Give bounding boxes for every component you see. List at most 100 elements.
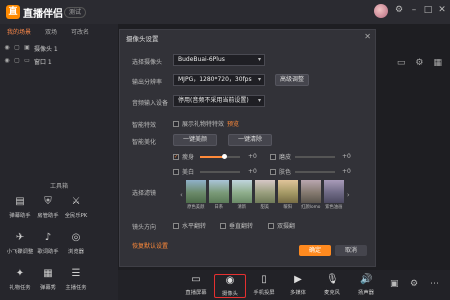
tool-pk[interactable]: ⚔ 全民乐PK [62,196,90,222]
mirror-label: 镜头方向 [132,224,157,231]
camera-icon: ◉ [225,275,235,286]
confirm-button[interactable]: 确定 [299,245,331,256]
restore-icon[interactable]: □ [422,4,434,16]
screen-button[interactable]: ▭ 直播屏幕 [180,274,212,298]
filter-item[interactable]: 原色美颜 [185,180,206,210]
ufo-icon: ✈ [15,232,25,243]
task-icon: ☰ [71,268,81,279]
tab-double[interactable]: 双场 [38,26,64,40]
effect-slim-checkbox[interactable]: ✓ 瘦身 [173,152,194,161]
microphone-button[interactable]: 🎙 麦克风 [316,274,348,298]
whiten-slider[interactable] [200,171,240,173]
camera-select[interactable]: BudeBuai-6Plus ▾ [173,54,265,66]
tool-room[interactable]: ⛨ 房管助手 [34,196,62,222]
gesture-checkbox[interactable]: 展示礼物特特效 预览 [173,119,239,128]
danmu-icon: ▦ [43,268,53,279]
settings-icon[interactable]: ⚙ [410,279,418,289]
mirror-dual-checkbox[interactable]: 双摄翻 [268,221,295,230]
chevron-down-icon: ▾ [257,56,261,63]
mirror-vertical-checkbox[interactable]: 垂直翻转 [220,221,253,230]
skin-slider[interactable] [295,171,335,173]
close-icon[interactable]: ✕ [364,32,371,41]
tool-tasks[interactable]: ☰ 主播任务 [62,268,90,294]
mirror-horizontal-checkbox[interactable]: 水平翻转 [173,221,206,230]
eye-icon[interactable]: ◉ [4,58,10,64]
filter-item[interactable]: 紫色油画 [323,180,344,210]
tool-blank [90,232,118,258]
shield-icon: ⛨ [44,196,52,207]
effect-whiten-checkbox[interactable]: 美白 [173,167,194,176]
eye-icon[interactable]: ◉ [4,45,10,51]
tool-ufo[interactable]: ✈ 小飞碟调整 [6,232,34,258]
camera-button[interactable]: ◉ 摄像头 [214,274,246,298]
more-icon [98,196,110,208]
app-name: 直播伴侣 [23,8,63,20]
effect-smooth-checkbox[interactable]: 磨皮 [270,152,291,161]
top-bar: 直 直播伴侣 测试 ⚙ – □ ✕ [0,0,450,24]
smooth-slider[interactable] [295,156,335,158]
tab-rename[interactable]: 可改名 [64,26,96,40]
settings-icon[interactable]: ⚙ [415,58,423,68]
chat-icon: ▤ [15,196,25,207]
filter-strip: ‹ 原色美颜 日系 清新 甜美 暖阳 红颜lomo 紫色油画 › [180,180,365,218]
chevron-right-icon[interactable]: › [347,180,350,210]
smart-effects-label: 智能特效 [132,122,157,129]
cancel-button[interactable]: 取消 [335,245,367,256]
preview-tools: ▭ ⚙ ▦ [397,58,442,68]
tool-browser[interactable]: ◎ 浏览器 [62,232,90,258]
resolution-label: 输出分辨率 [132,79,163,86]
window-icon: ▭ [24,57,30,64]
tool-gift[interactable]: ✦ 礼物任务 [6,268,34,294]
microphone-icon: 🎙 [326,274,339,285]
one-key-clear-button[interactable]: 一键清除 [228,134,272,146]
tool-lyrics[interactable]: ♪ 歌词助手 [34,232,62,258]
close-icon[interactable]: ✕ [436,4,448,16]
logo-icon: 直 [6,5,20,19]
tool-more[interactable] [90,196,118,222]
browser-icon: ◎ [71,232,81,243]
lock-icon[interactable]: ▢ [14,45,20,51]
filter-item[interactable]: 暖阳 [277,180,298,210]
advanced-button[interactable]: 高级调整 [275,74,309,86]
one-key-beauty-button[interactable]: 一键美颜 [173,134,217,146]
camera-icon: ▣ [24,44,30,51]
chevron-left-icon[interactable]: ‹ [180,180,183,210]
grid-icon[interactable]: ▦ [433,58,442,68]
audio-label: 音频输入设备 [132,100,169,107]
dialog-title: 摄像头设置 [126,35,159,43]
slim-slider[interactable] [200,154,240,159]
media-button[interactable]: ▶ 多媒体 [282,274,314,298]
speaker-button[interactable]: 🔊 扬声器 [350,274,382,298]
avatar[interactable] [374,4,388,18]
effect-skin-checkbox[interactable]: 肤色 [270,167,291,176]
more-icon[interactable]: ⋯ [430,279,439,289]
filter-item[interactable]: 清新 [231,180,252,210]
resolution-select[interactable]: MJPG，1280*720，30fps ▾ [173,74,265,86]
tab-my-scenes[interactable]: 我的场景 [0,26,38,40]
camera-label: 选择摄像头 [132,59,163,66]
record-icon[interactable]: ▣ [390,279,399,289]
filter-item[interactable]: 日系 [208,180,229,210]
beauty-label: 智能美化 [132,139,157,146]
audio-select[interactable]: 停用(音频不采用当前设置) ▾ [173,95,265,107]
phone-cast-button[interactable]: ▯ 手机投屏 [248,274,280,298]
skin-value: +0 [342,168,351,175]
preview-link[interactable]: 预览 [227,119,239,128]
chevron-down-icon: ▾ [257,97,261,104]
whiten-value: +0 [248,168,257,175]
scene-item[interactable]: ◉ ▢ ▣ 摄像头 1 [4,43,57,53]
filter-item[interactable]: 红颜lomo [300,180,321,210]
minimize-icon[interactable]: – [408,4,420,16]
music-icon: ♪ [44,232,52,243]
settings-icon[interactable]: ⚙ [393,4,405,16]
scene-item[interactable]: ◉ ▢ ▭ 窗口 1 [4,56,51,66]
pk-icon: ⚔ [71,196,81,207]
filter-item[interactable]: 甜美 [254,180,275,210]
reset-link[interactable]: 恢复默认设置 [132,241,168,250]
tool-danmu-show[interactable]: ▦ 弹幕秀 [34,268,62,294]
toolbox-title: 工具箱 [49,183,68,190]
layout-icon[interactable]: ▭ [397,58,406,68]
gift-icon: ✦ [15,268,25,279]
tool-danmu[interactable]: ▤ 弹幕助手 [6,196,34,222]
lock-icon[interactable]: ▢ [14,58,20,64]
